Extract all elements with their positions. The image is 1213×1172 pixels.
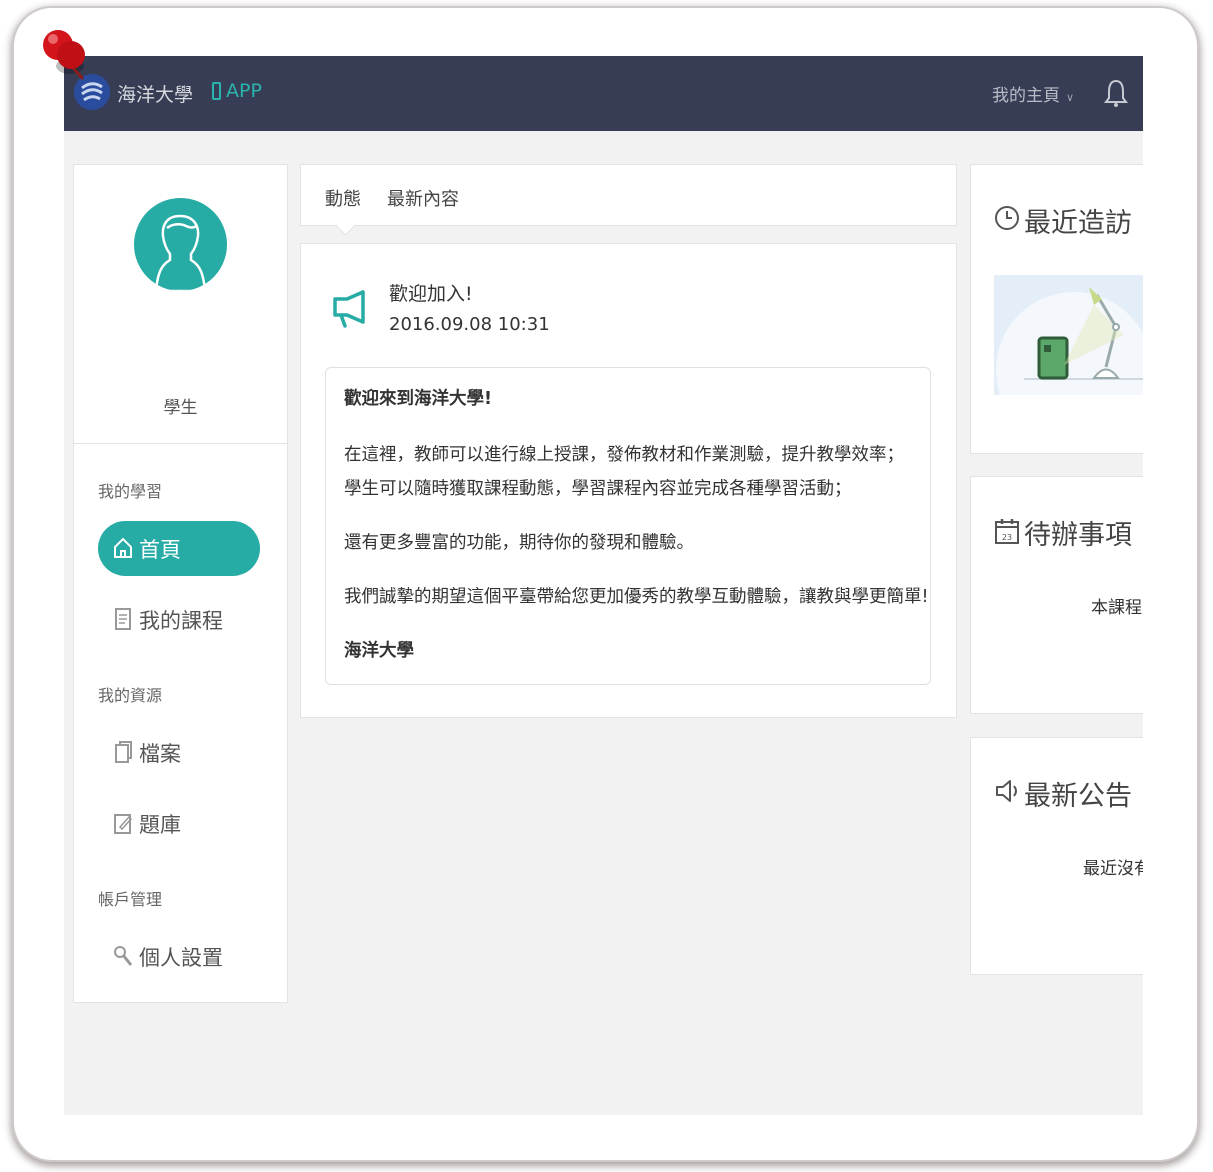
app-label: APP bbox=[226, 80, 262, 102]
post-line: 我們誠摯的期望這個平臺帶給您更加優秀的教學互動體驗，讓教與學更簡單! bbox=[344, 587, 929, 607]
sidebar-item-label: 檔案 bbox=[139, 742, 181, 766]
chevron-down-icon: ∨ bbox=[1066, 91, 1075, 104]
sidebar-item-question-bank[interactable]: 題庫 bbox=[98, 796, 260, 851]
profile-panel: 學生 bbox=[73, 164, 288, 444]
recent-visits-panel: 最近造訪 bbox=[970, 164, 1143, 454]
post-line: 在這裡，教師可以進行線上授課，發佈教材和作業測驗，提升教學效率； bbox=[344, 445, 904, 465]
todo-title: 待辦事項 bbox=[1024, 520, 1132, 551]
megaphone-icon bbox=[331, 289, 367, 333]
feed-tabs: 動態 最新內容 bbox=[300, 164, 957, 236]
post-heading: 歡迎來到海洋大學! bbox=[344, 389, 492, 409]
empty-state-illustration bbox=[994, 275, 1143, 395]
post-line: 學生可以隨時獲取課程動態，學習課程內容並完成各種學習活動； bbox=[344, 479, 852, 499]
post-card: 歡迎來到海洋大學! 在這裡，教師可以進行線上授課，發佈教材和作業測驗，提升教學效… bbox=[325, 367, 931, 685]
post-timestamp: 2016.09.08 10:31 bbox=[389, 314, 550, 335]
todo-empty-text: 本課程 bbox=[1091, 598, 1142, 618]
app-link[interactable]: APP bbox=[212, 80, 262, 102]
sidebar-item-label: 題庫 bbox=[139, 813, 181, 837]
my-home-dropdown[interactable]: 我的主頁 ∨ bbox=[992, 81, 1074, 106]
calendar-day: 23 bbox=[1002, 533, 1012, 542]
recent-visits-title: 最近造訪 bbox=[1024, 208, 1132, 239]
app-screen: 海洋大學 APP 我的主頁 ∨ 學生 我的學習 首頁 我的課程 我的資源 檔案 … bbox=[64, 56, 1143, 1115]
calendar-icon: 23 bbox=[995, 519, 1019, 544]
speaker-icon bbox=[996, 780, 1017, 802]
phone-icon bbox=[212, 82, 221, 100]
tab-activity[interactable]: 動態 bbox=[325, 185, 361, 211]
announcements-empty-text: 最近沒有 bbox=[1083, 859, 1143, 879]
post-title: 歡迎加入! bbox=[389, 283, 473, 305]
sidebar-nav: 我的學習 首頁 我的課程 我的資源 檔案 題庫 帳戶管理 個人設置 bbox=[73, 443, 288, 1003]
announcements-panel: 最新公告 最近沒有 bbox=[970, 737, 1143, 975]
sidebar-item-my-courses[interactable]: 我的課程 bbox=[98, 592, 260, 647]
push-pin-icon bbox=[38, 26, 100, 92]
sidebar-item-personal-settings[interactable]: 個人設置 bbox=[98, 929, 260, 984]
top-navbar: 海洋大學 APP 我的主頁 ∨ bbox=[64, 56, 1143, 131]
active-tab-indicator bbox=[336, 217, 355, 236]
file-icon bbox=[115, 741, 132, 763]
section-title-account: 帳戶管理 bbox=[98, 890, 163, 909]
sidebar-item-home[interactable]: 首頁 bbox=[98, 521, 260, 576]
sidebar-item-label: 首頁 bbox=[139, 538, 181, 562]
bell-icon[interactable] bbox=[1104, 78, 1128, 112]
sidebar-item-files[interactable]: 檔案 bbox=[98, 725, 260, 780]
wrench-icon bbox=[114, 946, 133, 966]
post-signature: 海洋大學 bbox=[344, 641, 414, 661]
tab-latest-content[interactable]: 最新內容 bbox=[387, 185, 459, 211]
role-label: 學生 bbox=[163, 398, 198, 418]
sidebar-item-label: 我的課程 bbox=[139, 609, 223, 633]
brand-name[interactable]: 海洋大學 bbox=[117, 80, 193, 107]
section-title-resources: 我的資源 bbox=[98, 686, 163, 705]
my-home-label: 我的主頁 bbox=[992, 86, 1060, 106]
activity-feed: 歡迎加入! 2016.09.08 10:31 歡迎來到海洋大學! 在這裡，教師可… bbox=[300, 243, 957, 718]
sidebar-item-label: 個人設置 bbox=[139, 946, 223, 970]
announcements-title: 最新公告 bbox=[1024, 781, 1132, 812]
section-title-learning: 我的學習 bbox=[98, 482, 163, 501]
post-line: 還有更多豐富的功能，期待你的發現和體驗。 bbox=[344, 533, 694, 553]
clock-icon bbox=[995, 206, 1019, 230]
home-icon bbox=[114, 537, 132, 558]
edit-icon bbox=[114, 814, 133, 834]
document-icon bbox=[115, 608, 131, 630]
todo-panel: 23 待辦事項 本課程 bbox=[970, 476, 1143, 714]
avatar[interactable] bbox=[134, 198, 227, 291]
